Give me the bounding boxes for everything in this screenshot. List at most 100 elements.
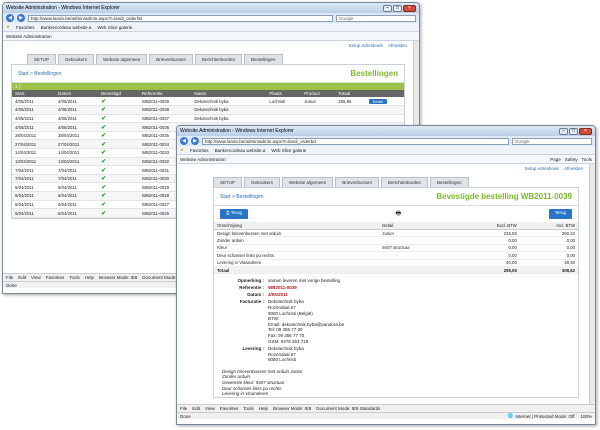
cell-bevestigd: ✔ — [98, 139, 139, 150]
back-address-bar: ◀ ▶ http://www.lando.be/admin/admin.aspx… — [3, 13, 419, 23]
menu-item[interactable]: Browser Mode: IE8 — [273, 406, 311, 411]
cell-referentie: WB2011-0037 — [138, 114, 192, 124]
menu-item[interactable]: File — [180, 406, 187, 411]
back-page-title: Bestellingen — [350, 69, 398, 78]
line-omschrijving: Kleur — [214, 244, 380, 253]
tools-menu[interactable]: Tools — [581, 157, 592, 162]
back-tab-setup[interactable]: SETUP — [27, 54, 57, 64]
menu-item[interactable]: File — [6, 275, 13, 280]
column-header[interactable]: Bevestigd — [98, 90, 139, 97]
back-button[interactable]: Terug — [548, 209, 572, 219]
column-header[interactable]: Product — [301, 90, 336, 97]
column-header[interactable]: Naam — [191, 90, 267, 97]
back-arrow-icon[interactable]: ◀ — [180, 137, 188, 145]
front-setup-link[interactable]: Setup Adresboek — [524, 166, 558, 171]
menu-item[interactable]: Favorites — [46, 275, 65, 280]
menu-item[interactable]: Help — [259, 406, 268, 411]
checkmark-icon: ✔ — [101, 150, 107, 157]
menu-item[interactable]: View — [31, 275, 41, 280]
front-status-bar: Done 🌐 Internet | Protected Mode: Off 10… — [177, 412, 595, 419]
front-url-field[interactable]: http://www.lando.be/admin/admin.aspx?l=l… — [202, 137, 509, 145]
front-fav-link-2[interactable]: Web Slice galerie — [271, 148, 306, 153]
back-tab-gebruikers[interactable]: Gebruikers — [58, 54, 95, 64]
front-page-content: Setup Adresboek Afmelden SETUP Gebruiker… — [177, 164, 589, 404]
security-zone[interactable]: Internet | Protected Mode: Off — [515, 414, 574, 419]
checkmark-icon: ✔ — [101, 158, 107, 165]
menu-item[interactable]: Favorites — [220, 406, 239, 411]
column-header[interactable]: Start — [12, 90, 56, 97]
maximize-icon[interactable]: □ — [393, 4, 402, 12]
printer-icon[interactable]: 🖶 — [396, 209, 402, 219]
detail-button[interactable]: Detail — [368, 98, 387, 104]
menu-item[interactable]: Edit — [18, 275, 26, 280]
front-tab-setup[interactable]: SETUP — [213, 177, 243, 187]
back-page-header: Start > Bestellingen Bestellingen — [12, 65, 404, 83]
print-button[interactable]: ⎙ Terug — [220, 209, 249, 219]
front-logout-link[interactable]: Afmelden — [564, 166, 583, 171]
menu-item[interactable]: Document Mode: IE8 Standards — [316, 406, 380, 411]
column-header[interactable]: Referentie — [138, 90, 192, 97]
back-tab-brievenbussen[interactable]: Brievenbussen — [149, 54, 194, 64]
front-favorites-button[interactable]: Favorites — [190, 148, 209, 153]
cell-naam: Dekotechnik byba — [191, 97, 267, 107]
front-fav-link-1[interactable]: Bankrecordeau website.a — [215, 148, 266, 153]
front-scrollbar[interactable] — [589, 164, 595, 404]
safety-menu[interactable]: Safety — [565, 157, 578, 162]
line-detail — [379, 259, 459, 267]
minimize-icon[interactable]: – — [383, 4, 392, 12]
order-lines-table: Omschrijving Detail Excl. BTW Incl. BTW Des… — [214, 222, 578, 275]
zoom-level[interactable]: 100% — [580, 414, 592, 419]
maximize-icon[interactable]: □ — [569, 127, 578, 135]
menu-item[interactable]: Edit — [192, 406, 200, 411]
back-setup-link[interactable]: Setup Adresboek — [348, 43, 382, 48]
page-menu[interactable]: Page — [550, 157, 561, 162]
menu-item[interactable]: Tools — [243, 406, 254, 411]
back-search-field[interactable]: Google — [336, 14, 416, 22]
front-tab-website[interactable]: Website algemeen — [282, 177, 334, 187]
close-icon[interactable]: × — [403, 4, 416, 12]
back-url-field[interactable]: http://www.lando.be/admin/admin.aspx?l=l… — [28, 14, 333, 22]
cell-datum: 27/04/2011 — [55, 139, 99, 150]
forward-arrow-icon[interactable]: ▶ — [17, 14, 25, 22]
front-tab-gebruikers[interactable]: Gebruikers — [244, 177, 281, 187]
back-breadcrumb[interactable]: Start > Bestellingen — [18, 71, 62, 77]
back-pager-bar[interactable]: 1 | — [12, 83, 404, 90]
front-tab-bestellingen[interactable]: Bestellingen — [430, 177, 469, 187]
front-tab-berichtenborden[interactable]: Berichtenborden — [381, 177, 429, 187]
table-row[interactable]: 4/05/2011 4/05/2011 ✔ WB2011-0039 Dekotechni… — [12, 97, 404, 107]
back-tab-website[interactable]: Website algemeen — [96, 54, 148, 64]
back-arrow-icon[interactable]: ◀ — [6, 14, 14, 22]
back-fav-link-1[interactable]: Bankrecordeau website.a — [41, 25, 92, 30]
menu-item[interactable]: Help — [85, 275, 94, 280]
front-tab-brievenbussen[interactable]: Brievenbussen — [335, 177, 380, 187]
back-tab-bestellingen[interactable]: Bestellingen — [244, 54, 283, 64]
column-header[interactable]: Datum — [55, 90, 99, 97]
favorites-star-icon[interactable]: ★ — [180, 147, 184, 153]
line-column-header: Detail — [379, 222, 459, 230]
back-status-text: Done — [6, 282, 17, 288]
front-search-field[interactable]: Google — [512, 137, 592, 145]
column-header-actions — [365, 90, 404, 97]
minimize-icon[interactable]: – — [559, 127, 568, 135]
cell-product — [301, 105, 336, 115]
line-omschrijving: Design brievenbussen met arduin — [214, 229, 380, 238]
back-favorites-button[interactable]: Favorites — [16, 25, 35, 30]
favorites-star-icon[interactable]: ★ — [6, 24, 10, 30]
front-breadcrumb[interactable]: Start > Bestellingen — [220, 194, 264, 200]
back-browser-tab[interactable]: Website Administration — [6, 34, 52, 39]
menu-item[interactable]: View — [205, 406, 215, 411]
front-browser-window[interactable]: Website Administration - Windows Interne… — [176, 125, 596, 425]
back-logout-link[interactable]: Afmelden — [388, 43, 407, 48]
menu-item[interactable]: Tools — [69, 275, 80, 280]
forward-arrow-icon[interactable]: ▶ — [191, 137, 199, 145]
back-tab-berichtenborden[interactable]: Berichtenborden — [195, 54, 243, 64]
table-row[interactable]: 4/05/2011 4/05/2011 ✔ WB2011-0038 Dekotechni… — [12, 105, 404, 115]
order-notes: Design brievenbussen met arduin Junior Zo… — [214, 369, 578, 397]
back-fav-link-2[interactable]: Web Slice galerie — [97, 25, 132, 30]
close-icon[interactable]: × — [579, 127, 592, 135]
front-browser-tab[interactable]: Website Administration — [180, 157, 226, 162]
column-header[interactable]: Totaal — [335, 90, 366, 97]
menu-item[interactable]: Browser Mode: IE8 — [99, 275, 137, 280]
table-row[interactable]: 4/05/2011 4/05/2011 ✔ WB2011-0037 Dekotechni… — [12, 114, 404, 124]
column-header[interactable]: Plaats — [266, 90, 302, 97]
